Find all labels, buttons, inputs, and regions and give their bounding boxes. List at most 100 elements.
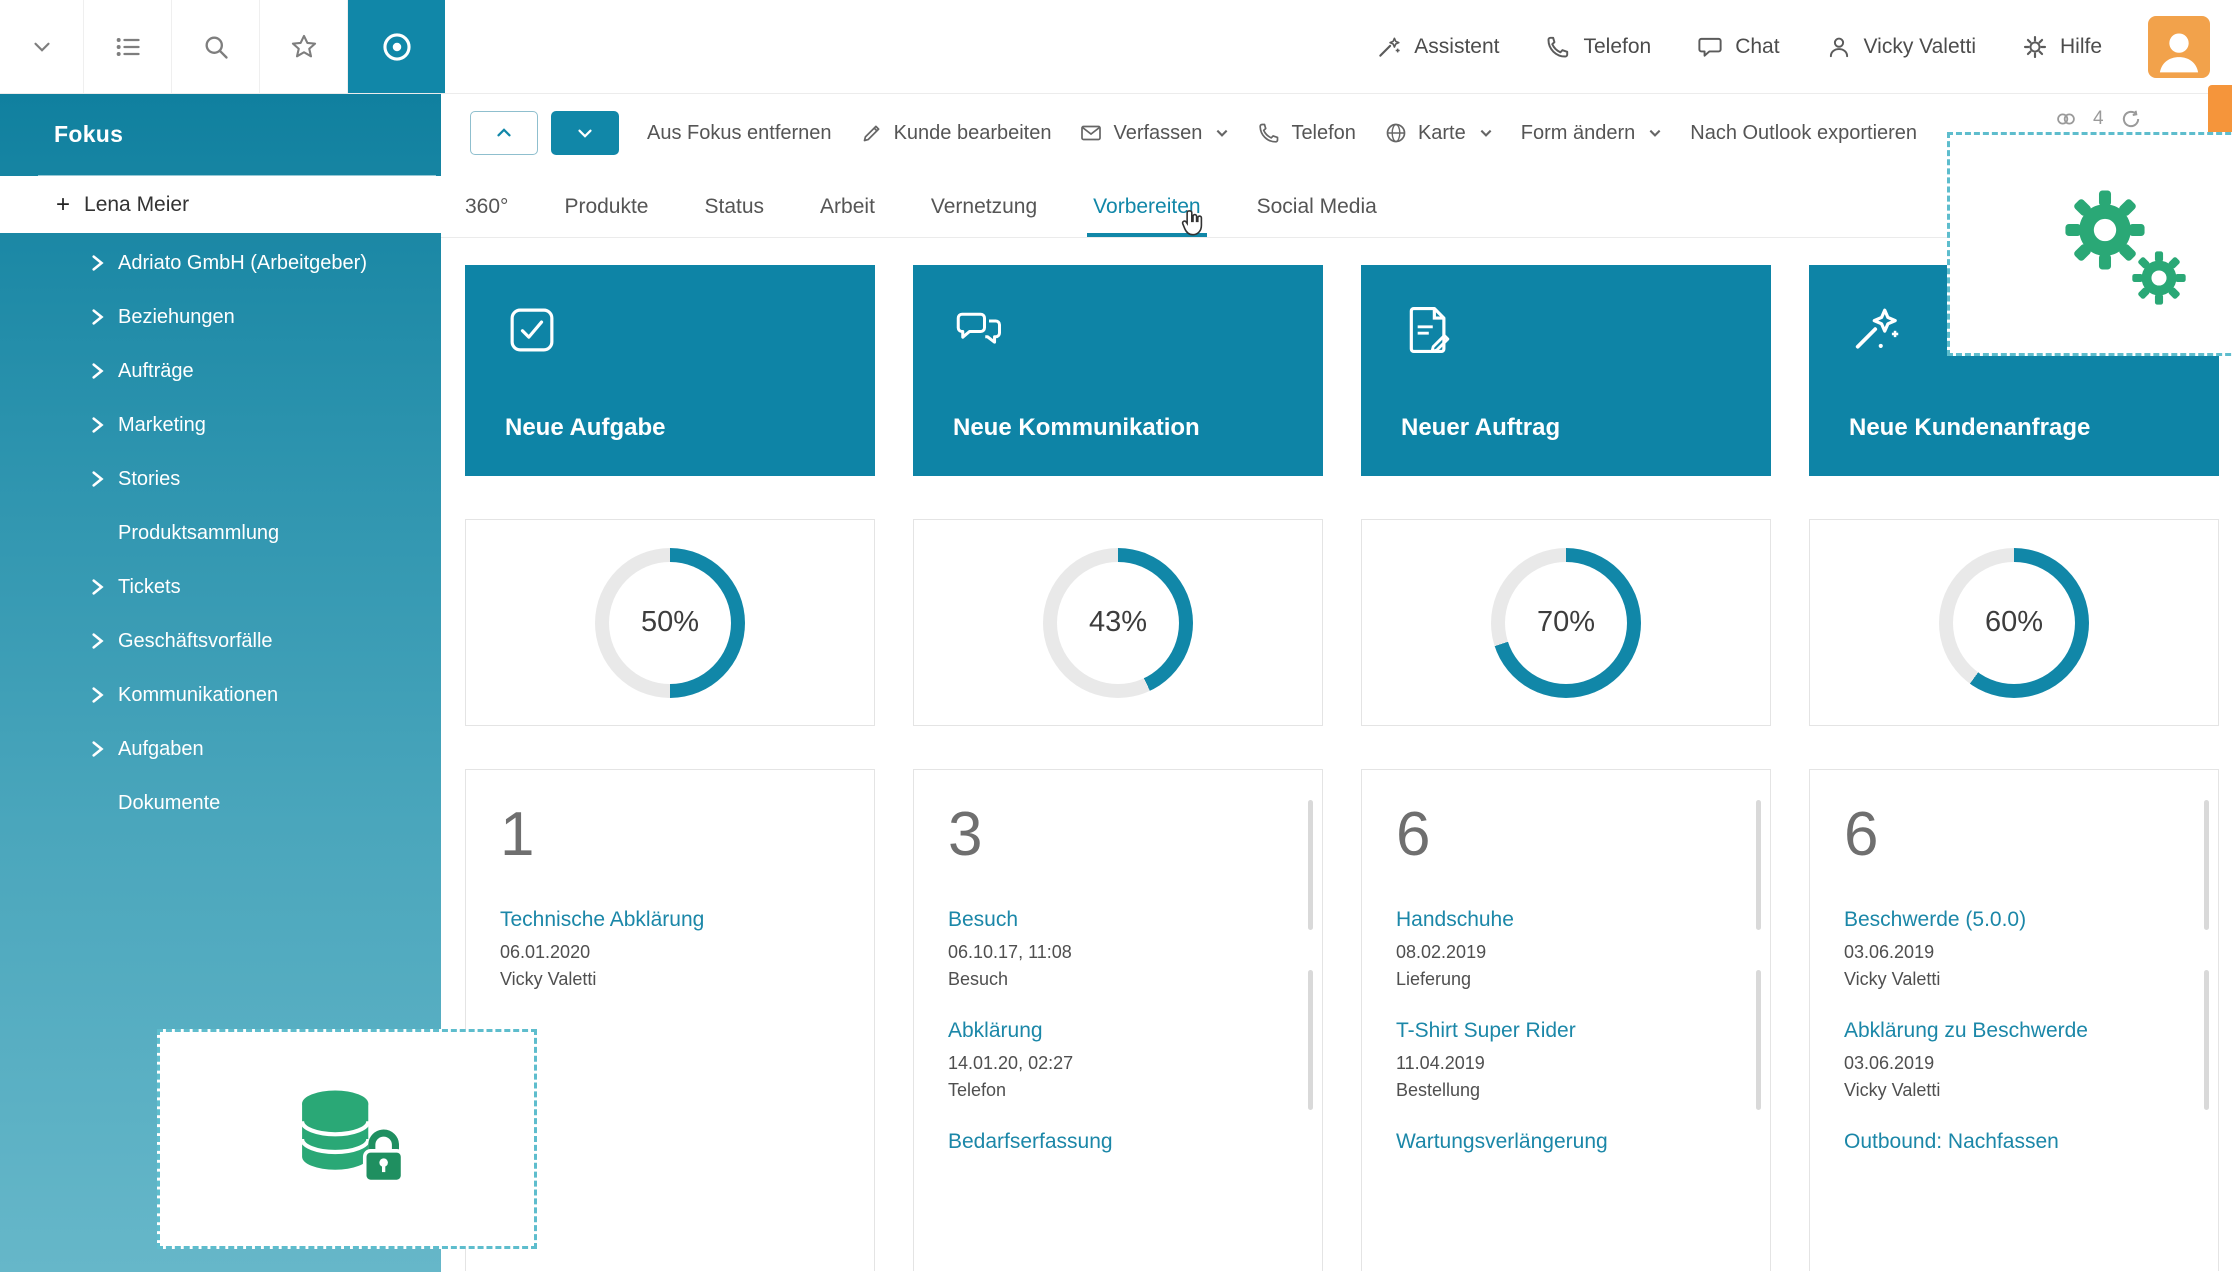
action-card-label: Neue Kundenanfrage [1849,414,2090,442]
user-menu-item[interactable]: Vicky Valetti [1826,34,1976,60]
favorites-button[interactable] [260,0,348,93]
export-outlook-button[interactable]: Nach Outlook exportieren [1690,122,1917,145]
search-button[interactable] [172,0,260,93]
active-module-button[interactable] [348,0,445,93]
entry-link[interactable]: Besuch [948,908,1292,932]
sidebar-item-produktsammlung[interactable]: Produktsammlung [0,506,441,560]
sidebar-item-label: Dokumente [118,792,220,815]
previous-record-button[interactable] [470,111,538,155]
donut-value: 60% [1953,562,2075,684]
compose-button[interactable]: Verfassen [1079,121,1229,145]
sidebar-item-kommunikationen[interactable]: Kommunikationen [0,668,441,722]
export-outlook-label: Nach Outlook exportieren [1690,122,1917,145]
link-count-badge: 4 [2093,108,2104,130]
chat-bubbles-icon [953,303,1007,357]
entry-link[interactable]: Bedarfserfassung [948,1130,1292,1154]
entry-link[interactable]: Wartungsverlängerung [1396,1130,1740,1154]
sidebar-item-marketing[interactable]: Marketing [0,398,441,452]
tab-produkte[interactable]: Produkte [536,195,676,237]
list-item: T-Shirt Super Rider 11.04.2019 Bestellun… [1396,1019,1740,1104]
list-card: 6 Handschuhe 08.02.2019 Lieferung T-Shir… [1361,769,1771,1271]
magic-wand-icon [1849,303,1903,357]
sidebar-item-beziehungen[interactable]: Beziehungen [0,290,441,344]
change-form-button[interactable]: Form ändern [1521,122,1663,145]
tab-arbeit[interactable]: Arbeit [792,195,903,237]
focus-root-item[interactable]: + Lena Meier [0,176,441,233]
scrollbar[interactable] [2204,800,2209,930]
chat-menu-item[interactable]: Chat [1697,34,1779,60]
scrollbar[interactable] [1308,800,1313,930]
chat-label: Chat [1735,35,1779,59]
tab-vernetzung[interactable]: Vernetzung [903,195,1065,237]
sidebar-item-auftraege[interactable]: Aufträge [0,344,441,398]
scrollbar[interactable] [1756,970,1761,1110]
map-label: Karte [1418,122,1466,145]
phone-label: Telefon [1583,35,1651,59]
list-item: Outbound: Nachfassen [1844,1130,2188,1154]
sidebar-item-label: Aufträge [118,360,194,383]
entry-link[interactable]: Technische Abklärung [500,908,844,932]
new-order-card[interactable]: Neuer Auftrag [1361,265,1771,476]
refresh-icon[interactable] [2120,108,2142,130]
sidebar-item-dokumente[interactable]: Dokumente [0,776,441,830]
focus-root-label: Lena Meier [84,193,189,217]
sidebar-item-geschaeftsvorfaelle[interactable]: Geschäftsvorfälle [0,614,441,668]
link-icon[interactable] [2055,108,2077,130]
person-icon [1826,34,1852,60]
order-document-icon [1401,303,1455,357]
tab-social-media[interactable]: Social Media [1229,195,1405,237]
sidebar-item-tickets[interactable]: Tickets [0,560,441,614]
entry-link[interactable]: Handschuhe [1396,908,1740,932]
sidebar-item-adriato-gmbh[interactable]: Adriato GmbH (Arbeitgeber) [0,236,441,290]
progress-card: 50% [465,519,875,726]
list-card: 3 Besuch 06.10.17, 11:08 Besuch Abklärun… [913,769,1323,1271]
list-view-button[interactable] [84,0,172,93]
remove-from-focus-button[interactable]: Aus Fokus entfernen [647,122,832,145]
entry-link[interactable]: Abklärung [948,1019,1292,1043]
sidebar-header: Fokus [38,94,436,176]
donut-value: 43% [1057,562,1179,684]
compose-label: Verfassen [1113,122,1202,145]
tab-status[interactable]: Status [677,195,793,237]
tab-360[interactable]: 360° [465,195,536,237]
map-button[interactable]: Karte [1384,121,1493,145]
app-window: Assistent Telefon Chat Vicky Valetti [0,0,2232,1272]
scrollbar[interactable] [2204,970,2209,1110]
edit-customer-button[interactable]: Kunde bearbeiten [860,121,1052,145]
topbar: Assistent Telefon Chat Vicky Valetti [0,0,2232,94]
entry-link[interactable]: Abklärung zu Beschwerde [1844,1019,2188,1043]
help-menu-item[interactable]: Hilfe [2022,34,2102,60]
collapse-menu-button[interactable] [0,0,84,93]
chevron-right-icon [88,577,108,597]
new-communication-card[interactable]: Neue Kommunikation [913,265,1323,476]
entry-link[interactable]: Outbound: Nachfassen [1844,1130,2188,1154]
plus-icon: + [56,191,70,219]
donut-chart: 70% [1491,548,1641,698]
list-card: 6 Beschwerde (5.0.0) 03.06.2019 Vicky Va… [1809,769,2219,1271]
edge-flag-tab[interactable] [2208,85,2232,137]
scrollbar[interactable] [1308,970,1313,1110]
user-label: Vicky Valetti [1864,35,1976,59]
sidebar-item-stories[interactable]: Stories [0,452,441,506]
donut-value: 70% [1505,562,1627,684]
list-item: Abklärung zu Beschwerde 03.06.2019 Vicky… [1844,1019,2188,1104]
tutorial-callout-database [157,1029,537,1249]
topbar-left-icons [0,0,445,93]
sidebar-item-label: Produktsammlung [118,522,279,545]
assistant-menu-item[interactable]: Assistent [1376,34,1499,60]
gear-icon [2130,249,2188,307]
new-task-card[interactable]: Neue Aufgabe [465,265,875,476]
entry-link[interactable]: Beschwerde (5.0.0) [1844,908,2188,932]
sidebar-item-label: Tickets [118,576,181,599]
edit-customer-label: Kunde bearbeiten [894,122,1052,145]
next-record-button[interactable] [551,111,619,155]
avatar[interactable] [2148,16,2210,78]
scrollbar[interactable] [1756,800,1761,930]
sidebar-item-aufgaben[interactable]: Aufgaben [0,722,441,776]
entry-link[interactable]: T-Shirt Super Rider [1396,1019,1740,1043]
phone-action-button[interactable]: Telefon [1257,121,1356,145]
chevron-down-icon [1215,126,1229,140]
phone-menu-item[interactable]: Telefon [1545,34,1651,60]
chevron-right-icon [88,739,108,759]
help-label: Hilfe [2060,35,2102,59]
